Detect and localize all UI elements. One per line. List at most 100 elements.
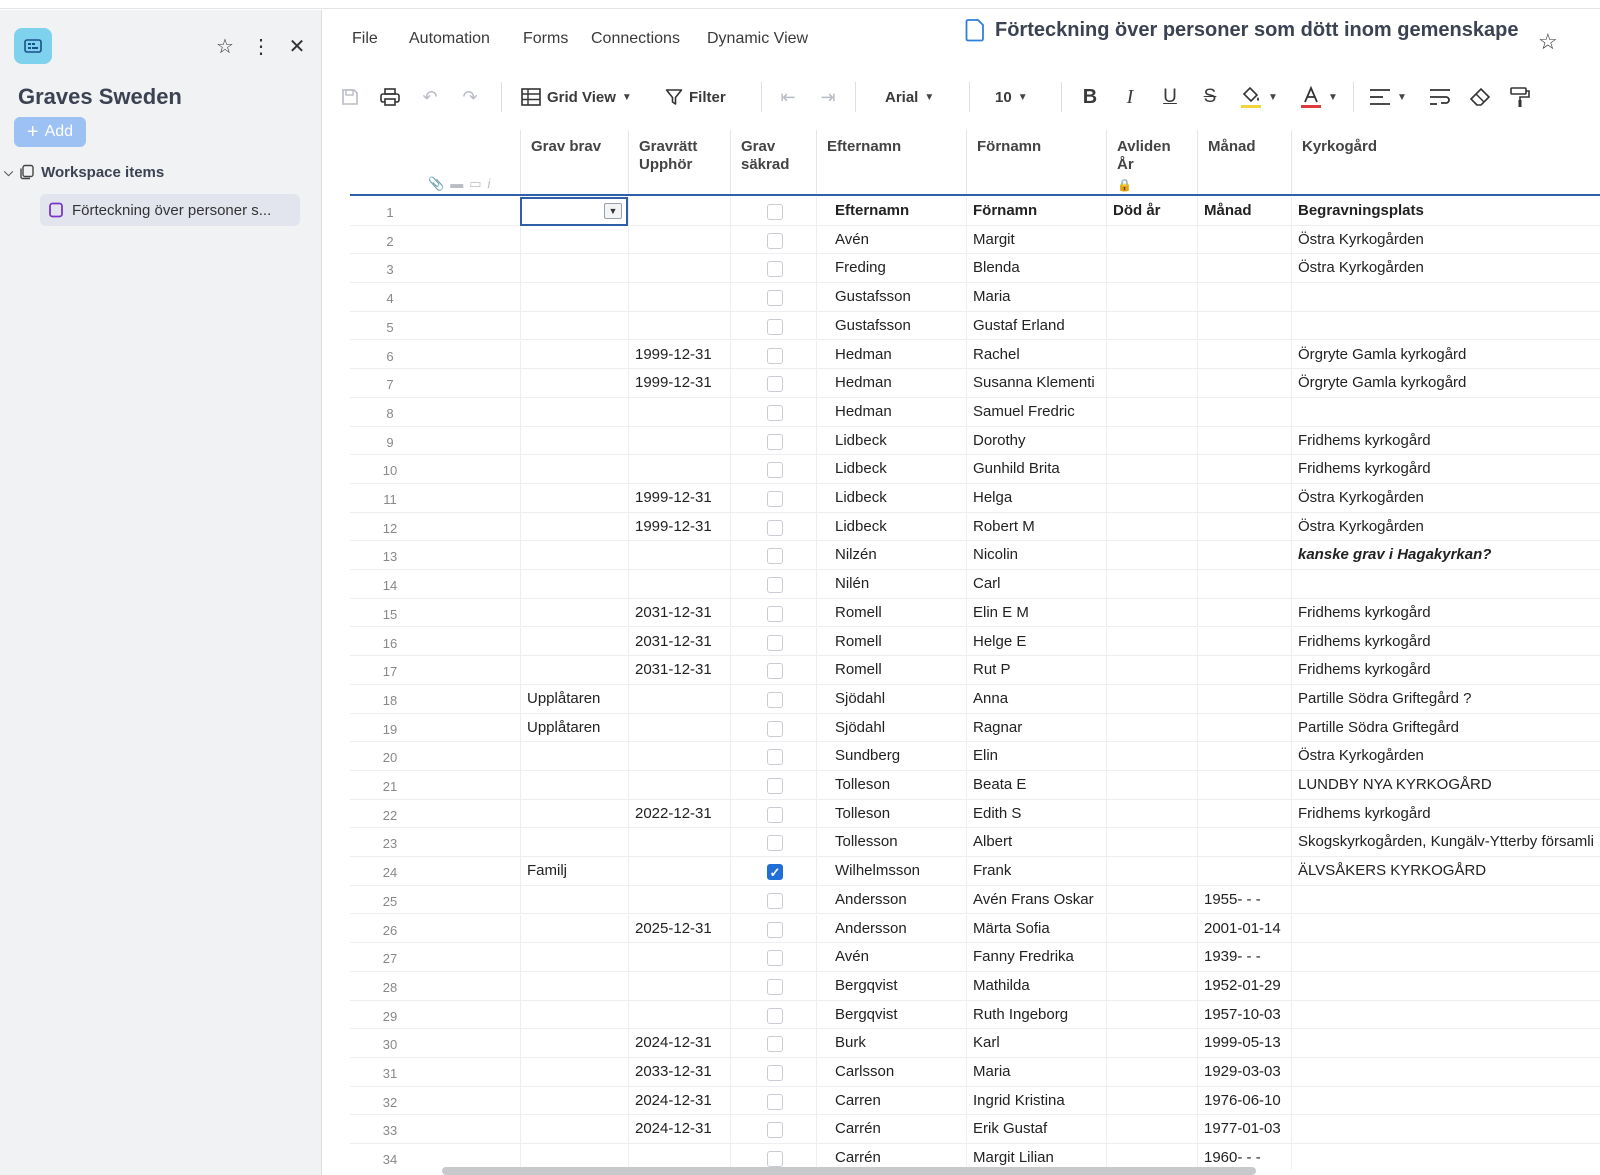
cell-avliden-ar[interactable] [1106,713,1197,743]
cell-gravratt-upphor[interactable]: 2024-12-31 [628,1029,730,1058]
table-row[interactable]: 22 2022-12-31 Tolleson Edith S Fridhems kyrk… [350,799,1600,829]
cell-fornamn[interactable]: Elin [966,742,1106,771]
cell-fornamn[interactable]: Beata E [966,771,1106,800]
cell-manad[interactable] [1197,426,1291,456]
cell-fornamn[interactable]: Carl [966,570,1106,599]
table-row[interactable]: 33 2024-12-31 Carrén Erik Gustaf 1977-01-03 [350,1115,1600,1145]
cell-grav-sakrad[interactable] [730,283,816,312]
cell-grav-brav[interactable] [520,598,628,628]
cell-avliden-ar[interactable] [1106,943,1197,972]
cell-gravratt-upphor[interactable]: 1999-12-31 [628,484,730,513]
cell-grav-brav[interactable]: ▼ [520,197,628,226]
cell-kyrkogard[interactable] [1291,283,1600,312]
cell-efternamn[interactable]: Lidbeck [816,455,966,484]
cell-efternamn[interactable]: Sjödahl [816,713,966,743]
checkbox[interactable] [767,749,783,766]
column-header-grav-sakrad[interactable]: Grav säkrad [730,130,816,194]
cell-manad[interactable] [1197,512,1291,542]
cell-manad[interactable] [1197,627,1291,657]
cell-avliden-ar[interactable] [1106,885,1197,915]
cell-efternamn[interactable]: Bergqvist [816,1000,966,1030]
cell-efternamn[interactable]: Tolleson [816,771,966,800]
cell-gravratt-upphor[interactable] [628,254,730,284]
cell-kyrkogard[interactable] [1291,943,1600,972]
cell-manad[interactable]: 1939- - - [1197,943,1291,972]
table-row[interactable]: 31 2033-12-31 Carlsson Maria 1929-03-03 [350,1058,1600,1087]
cell-efternamn[interactable]: Lidbeck [816,512,966,542]
cell-gravratt-upphor[interactable]: 1999-12-31 [628,340,730,370]
checkbox[interactable] [767,605,783,622]
cell-grav-brav[interactable] [520,1086,628,1116]
cell-grav-brav[interactable] [520,254,628,284]
cell-grav-sakrad[interactable]: ✓ [730,857,816,886]
checkbox[interactable] [767,1151,783,1168]
cell-manad[interactable] [1197,828,1291,858]
cell-gravratt-upphor[interactable] [628,225,730,255]
cell-efternamn[interactable]: Lidbeck [816,426,966,456]
cell-efternamn[interactable]: Hedman [816,397,966,427]
cell-avliden-ar[interactable] [1106,311,1197,341]
table-row[interactable]: 10 Lidbeck Gunhild Brita Fridhems kyrkogård [350,455,1600,484]
cell-manad[interactable] [1197,397,1291,427]
cell-fornamn[interactable]: Fanny Fredrika [966,943,1106,972]
cell-grav-brav[interactable] [520,311,628,341]
horizontal-scrollbar[interactable] [442,1167,1256,1175]
cell-avliden-ar[interactable] [1106,570,1197,599]
cell-efternamn[interactable]: Andersson [816,885,966,915]
cell-grav-sakrad[interactable] [730,541,816,571]
cell-efternamn[interactable]: Tolleson [816,799,966,829]
cell-gravratt-upphor[interactable] [628,971,730,1001]
cell-avliden-ar[interactable] [1106,771,1197,800]
cell-fornamn[interactable]: Samuel Fredric [966,397,1106,427]
table-row[interactable]: 2 Avén Margit Östra Kyrkogården [350,225,1600,255]
cell-grav-sakrad[interactable] [730,512,816,542]
cell-efternamn[interactable]: Efternamn [816,197,966,226]
cell-gravratt-upphor[interactable] [628,541,730,571]
cell-grav-brav[interactable] [520,369,628,398]
cell-kyrkogard[interactable] [1291,1000,1600,1030]
table-row[interactable]: 27 Avén Fanny Fredrika 1939- - - [350,943,1600,972]
cell-grav-sakrad[interactable] [730,684,816,714]
cell-fornamn[interactable]: Helga [966,484,1106,513]
cell-grav-brav[interactable] [520,397,628,427]
cell-gravratt-upphor[interactable]: 2033-12-31 [628,1058,730,1087]
cell-avliden-ar[interactable] [1106,426,1197,456]
cell-fornamn[interactable]: Gunhild Brita [966,455,1106,484]
cell-gravratt-upphor[interactable] [628,771,730,800]
cell-grav-brav[interactable] [520,225,628,255]
cell-gravratt-upphor[interactable]: 2031-12-31 [628,656,730,685]
favorite-star-icon[interactable]: ☆ [1538,29,1558,55]
cell-grav-sakrad[interactable] [730,914,816,944]
cell-grav-sakrad[interactable] [730,197,816,226]
text-color-button[interactable]: ▼ [1295,84,1343,110]
cell-kyrkogard[interactable] [1291,914,1600,944]
sidebar-item-sheet[interactable]: Förteckning över personer s... [40,194,300,226]
cell-kyrkogard[interactable]: LUNDBY NYA KYRKOGÅRD [1291,771,1600,800]
cell-manad[interactable] [1197,713,1291,743]
cell-manad[interactable] [1197,742,1291,771]
table-row[interactable]: 8 Hedman Samuel Fredric [350,397,1600,427]
cell-grav-sakrad[interactable] [730,1058,816,1087]
checkbox[interactable] [767,462,783,479]
cell-avliden-ar[interactable] [1106,283,1197,312]
cell-grav-brav[interactable] [520,1029,628,1058]
cell-fornamn[interactable]: Anna [966,684,1106,714]
cell-avliden-ar[interactable] [1106,455,1197,484]
checkbox[interactable] [767,261,783,278]
cell-grav-brav[interactable] [520,1115,628,1145]
cell-manad[interactable] [1197,484,1291,513]
checkbox[interactable] [767,806,783,823]
filter-button[interactable]: Filter [665,84,726,110]
cell-kyrkogard[interactable]: ÄLVSÅKERS KYRKOGÅRD [1291,857,1600,886]
cell-grav-sakrad[interactable] [730,311,816,341]
table-row[interactable]: 11 1999-12-31 Lidbeck Helga Östra Kyrkogårde… [350,484,1600,513]
cell-grav-brav[interactable]: Upplåtaren [520,684,628,714]
checkbox[interactable] [767,519,783,536]
cell-kyrkogard[interactable] [1291,1058,1600,1087]
cell-gravratt-upphor[interactable] [628,397,730,427]
cell-manad[interactable] [1197,771,1291,800]
checkbox[interactable] [767,691,783,708]
cell-avliden-ar[interactable] [1106,742,1197,771]
table-row[interactable]: 30 2024-12-31 Burk Karl 1999-05-13 [350,1029,1600,1058]
table-row[interactable]: 3 Freding Blenda Östra Kyrkogården [350,254,1600,284]
